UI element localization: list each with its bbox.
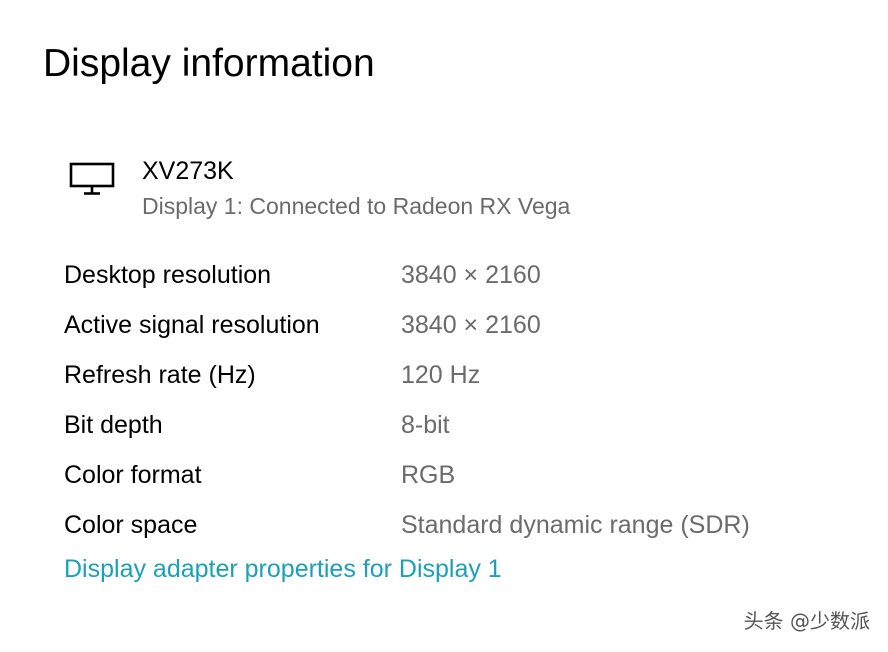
info-value: RGB <box>401 460 456 489</box>
info-label: Active signal resolution <box>64 310 320 339</box>
display-connection-subtitle: Display 1: Connected to Radeon RX Vega <box>142 193 571 219</box>
display-name: XV273K <box>142 157 234 185</box>
page-title: Display information <box>43 42 375 85</box>
info-row-active-signal-resolution: Active signal resolution 3840 × 2160 <box>64 300 844 350</box>
info-label: Color format <box>64 460 202 489</box>
info-row-color-format: Color format RGB <box>64 450 844 500</box>
info-row-desktop-resolution: Desktop resolution 3840 × 2160 <box>64 250 844 300</box>
monitor-icon <box>69 162 115 195</box>
info-row-bit-depth: Bit depth 8-bit <box>64 400 844 450</box>
info-label: Desktop resolution <box>64 260 272 289</box>
display-adapter-properties-link[interactable]: Display adapter properties for Display 1 <box>64 552 502 586</box>
display-info-table: Desktop resolution 3840 × 2160 Active si… <box>64 250 844 550</box>
watermark: 头条 @少数派 <box>743 609 870 633</box>
info-value: Standard dynamic range (SDR) <box>401 510 750 539</box>
info-value: 3840 × 2160 <box>401 260 541 289</box>
info-label: Bit depth <box>64 410 163 439</box>
info-row-refresh-rate: Refresh rate (Hz) 120 Hz <box>64 350 844 400</box>
info-label: Refresh rate (Hz) <box>64 360 256 389</box>
info-value: 8-bit <box>401 410 450 439</box>
info-value: 120 Hz <box>401 360 481 389</box>
info-value: 3840 × 2160 <box>401 310 541 339</box>
info-label: Color space <box>64 510 198 539</box>
info-row-color-space: Color space Standard dynamic range (SDR) <box>64 500 844 550</box>
